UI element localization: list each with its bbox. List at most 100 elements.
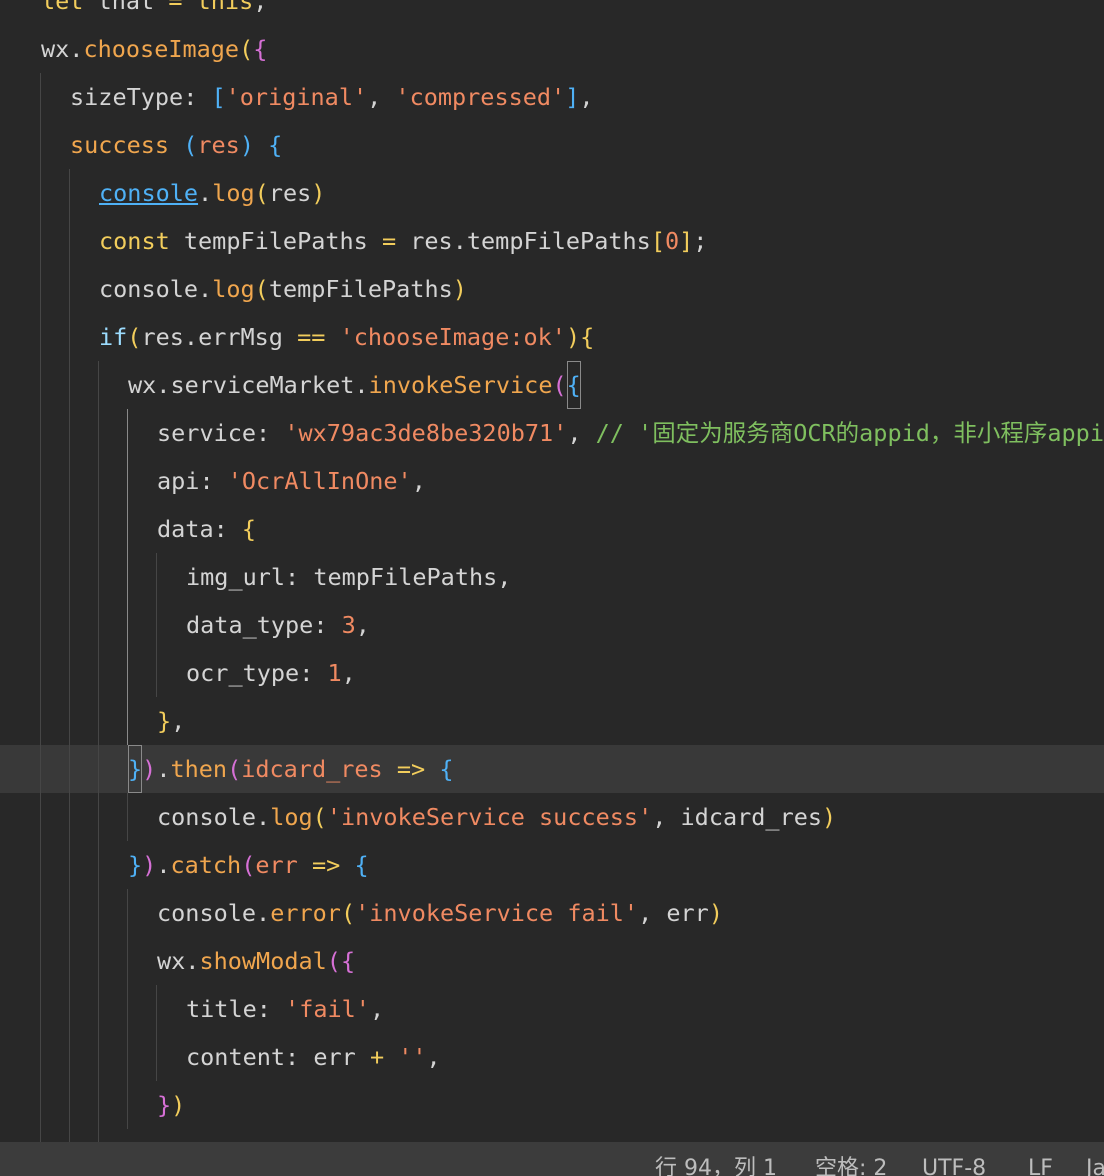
indent-guide [69,841,70,889]
code-line[interactable]: ocr_type: 1, [0,649,1104,697]
indent-guide [156,649,157,697]
code-line[interactable]: console.log('invokeService success', idc… [0,793,1104,841]
code-token: ocr_type [186,659,300,687]
code-token: ] [679,227,694,255]
code-line[interactable]: console.log(tempFilePaths) [0,265,1104,313]
code-token: err [666,899,709,927]
code-line[interactable]: }, [0,697,1104,745]
code-line[interactable]: wx.showModal({ [0,937,1104,985]
indent-guide [40,361,41,409]
code-token: ) [239,131,254,159]
code-token: 1 [327,659,342,687]
code-token: . [354,371,369,399]
code-token: 'OcrAllInOne' [227,467,412,495]
code-line[interactable]: console.error('invokeService fail', err) [0,889,1104,937]
code-line[interactable]: }).then(idcard_res => { [0,745,1104,793]
code-token: , [567,419,596,447]
code-token: error [270,899,341,927]
code-token: } [157,707,172,735]
code-token: res [410,227,453,255]
code-text: wx.showModal({ [157,937,355,985]
code-line[interactable]: console.log(res) [0,169,1104,217]
code-token: res [197,131,240,159]
code-line[interactable]: title: 'fail', [0,985,1104,1033]
code-token: ) [142,755,157,783]
indent-guide [98,841,99,889]
code-line[interactable]: data_type: 3, [0,601,1104,649]
code-token: title [186,995,257,1023]
indent-guide [98,889,99,937]
code-editor[interactable]: let that = this; wx.chooseImage({sizeType… [0,0,1104,1142]
code-token: chooseImage [83,35,240,63]
code-token: api [157,467,200,495]
code-line[interactable]: wx.serviceMarket.invokeService({ [0,361,1104,409]
code-token: = [381,227,411,255]
indent-guide [156,553,157,601]
code-line[interactable]: wx.chooseImage({ [0,25,1104,73]
code-text: }, [157,697,185,745]
indent-guide [40,841,41,889]
code-text: console.log('invokeService success', idc… [157,793,836,841]
code-token: . [198,275,213,303]
indent-guide [98,1081,99,1129]
code-text: if(res.errMsg == 'chooseImage:ok'){ [99,313,594,361]
code-line[interactable]: }) [0,1081,1104,1129]
code-token: wx [157,947,186,975]
code-token: ) [171,1091,186,1119]
code-token: : [213,515,242,543]
indent-guide [69,265,70,313]
cursor-position[interactable]: 行 94，列 1 [655,1154,777,1176]
indent-guide [69,601,70,649]
code-token: 3 [341,611,356,639]
code-token: ( [241,851,256,879]
code-token: . [69,35,84,63]
code-token: ( [254,179,269,207]
indentation-setting[interactable]: 空格: 2 [815,1154,887,1176]
code-token: , [171,707,186,735]
indent-guide [98,505,99,553]
code-token: ( [239,35,254,63]
indent-guide [40,1033,41,1081]
code-line[interactable]: const tempFilePaths = res.tempFilePaths[… [0,217,1104,265]
indent-guide [40,745,41,793]
code-token: ) [311,179,326,207]
code-token: = [168,0,197,15]
code-line[interactable]: sizeType: ['original', 'compressed'], [0,73,1104,121]
code-token: => [396,755,440,783]
code-token: , [369,995,385,1023]
code-token: , [341,659,356,687]
indent-guide [40,505,41,553]
code-text: content: err + '', [186,1033,441,1081]
code-token: ) [822,803,837,831]
eol-setting[interactable]: LF [1028,1154,1053,1176]
code-line[interactable]: if(res.errMsg == 'chooseImage:ok'){ [0,313,1104,361]
code-line[interactable]: content: err + '', [0,1033,1104,1081]
code-line[interactable]: data: { [0,505,1104,553]
code-token: let [41,0,98,15]
indent-guide [98,601,99,649]
indent-guide [40,121,41,169]
code-line[interactable]: }).catch(err => { [0,841,1104,889]
code-text: }).catch(err => { [128,841,369,889]
code-token: that [97,0,169,15]
indent-guide [127,889,128,937]
code-token: ( [312,803,327,831]
code-line[interactable]: success (res) { [0,121,1104,169]
code-line[interactable]: }) [0,1129,1104,1142]
code-text: service: 'wx79ac3de8be320b71', // '固定为服务… [157,409,1104,457]
code-token: : [285,563,314,591]
code-line[interactable]: img_url: tempFilePaths, [0,553,1104,601]
language-mode[interactable]: JavaScript [1086,1154,1104,1176]
code-text: }) [157,1081,185,1129]
code-line[interactable]: let that = this; [0,0,1104,25]
indent-guide [69,889,70,937]
encoding-setting[interactable]: UTF-8 [922,1154,986,1176]
code-token: '' [398,1043,427,1071]
indent-guide [40,409,41,457]
code-line[interactable]: api: 'OcrAllInOne', [0,457,1104,505]
code-text: console.log(tempFilePaths) [99,265,467,313]
code-token: log [212,179,255,207]
code-line[interactable]: service: 'wx79ac3de8be320b71', // '固定为服务… [0,409,1104,457]
indent-guide [69,1081,70,1129]
